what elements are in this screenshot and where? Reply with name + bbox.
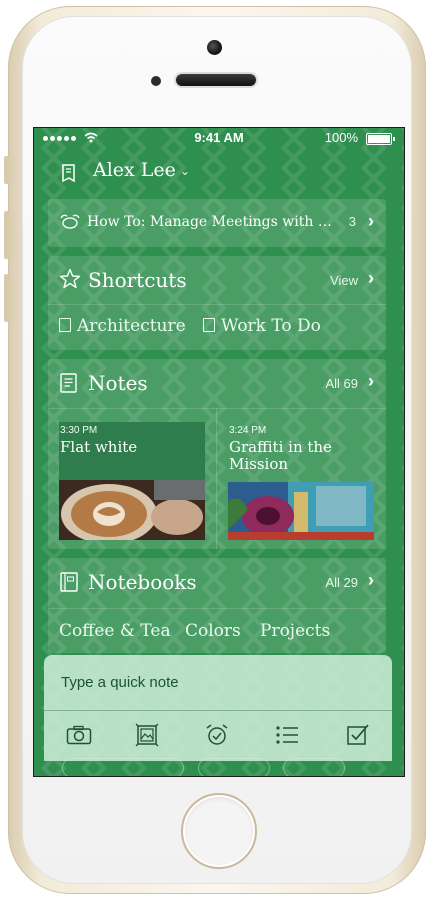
checkbox-icon	[347, 724, 369, 745]
shortcut-item[interactable]: Work To Do	[203, 316, 321, 336]
note-icon	[59, 318, 71, 332]
camera-icon	[66, 725, 92, 745]
reminder-count: 3	[348, 214, 356, 229]
chevron-right-icon[interactable]: ›	[368, 570, 374, 591]
battery-icon	[366, 133, 395, 145]
notes-section: Notes All 69 › 3:30 PM Flat white 3:24 P…	[48, 359, 386, 549]
notes-count[interactable]: All 69	[325, 376, 358, 391]
volume-down-button	[4, 274, 9, 322]
divider	[48, 304, 386, 305]
alarm-clock-icon	[206, 724, 228, 745]
chevron-right-icon[interactable]: ›	[368, 371, 374, 392]
quick-note-input[interactable]: Type a quick note	[61, 674, 179, 691]
battery-percent: 100%	[324, 130, 358, 145]
home-button[interactable]	[181, 793, 257, 869]
note-time: 3:24 PM	[229, 425, 267, 436]
reminder-button[interactable]	[201, 719, 233, 751]
notebooks-section: Notebooks All 29 › Coffee & Tea Colors P…	[48, 558, 386, 653]
alarm-clock-icon	[60, 214, 80, 229]
divider	[48, 608, 386, 609]
notebooks-title: Notebooks	[88, 570, 197, 594]
note-card[interactable]: 3:30 PM Flat white	[48, 412, 216, 546]
note-card[interactable]: 3:24 PM Graffiti in the Mission	[217, 412, 385, 546]
note-icon	[203, 318, 215, 332]
notebook-item[interactable]: Colors	[185, 621, 241, 641]
reminder-row[interactable]: How To: Manage Meetings with Ever... 3 ›	[48, 199, 386, 247]
notes-icon	[60, 373, 77, 393]
app-screen: 9:41 AM 100% Alex Lee ⌄ How To: Manage M…	[33, 127, 405, 777]
account-name: Alex Lee	[93, 159, 176, 181]
elephant-logo-icon	[62, 164, 75, 183]
note-time: 3:30 PM	[60, 425, 98, 436]
notebook-item[interactable]: Projects	[260, 621, 330, 641]
note-title: Graffiti in the Mission	[229, 438, 332, 473]
chevron-right-icon: ›	[368, 211, 374, 231]
proximity-sensor	[151, 76, 161, 86]
notes-title: Notes	[88, 371, 148, 395]
divider	[48, 408, 386, 409]
chevron-right-icon[interactable]: ›	[368, 268, 374, 289]
quick-note-bar: Type a quick note	[44, 655, 392, 761]
account-switcher[interactable]: Alex Lee ⌄	[34, 152, 404, 192]
shortcut-item[interactable]: Architecture	[59, 316, 186, 336]
star-icon	[59, 268, 81, 289]
notebook-icon	[60, 572, 78, 592]
status-bar: 9:41 AM 100%	[34, 128, 404, 148]
bulleted-list-icon	[276, 726, 298, 744]
earpiece-speaker	[176, 74, 256, 86]
front-camera	[207, 40, 222, 55]
notebook-item[interactable]: Coffee & Tea	[59, 621, 171, 641]
volume-up-button	[4, 211, 9, 259]
shortcuts-view-link[interactable]: View	[330, 273, 358, 288]
note-title: Flat white	[60, 438, 138, 456]
list-button[interactable]	[271, 719, 303, 751]
graffiti-photo	[228, 482, 374, 540]
photo-gallery-icon	[135, 723, 159, 747]
shortcuts-title: Shortcuts	[88, 268, 187, 292]
photo-button[interactable]	[131, 719, 163, 751]
checklist-button[interactable]	[342, 719, 374, 751]
mute-switch	[4, 156, 9, 184]
shortcuts-section: Shortcuts View › Architecture Work To Do	[48, 256, 386, 350]
divider	[44, 710, 392, 711]
reminder-title: How To: Manage Meetings with Ever...	[87, 214, 339, 230]
notebooks-count[interactable]: All 29	[325, 575, 358, 590]
camera-button[interactable]	[63, 719, 95, 751]
chevron-down-icon: ⌄	[180, 164, 191, 178]
